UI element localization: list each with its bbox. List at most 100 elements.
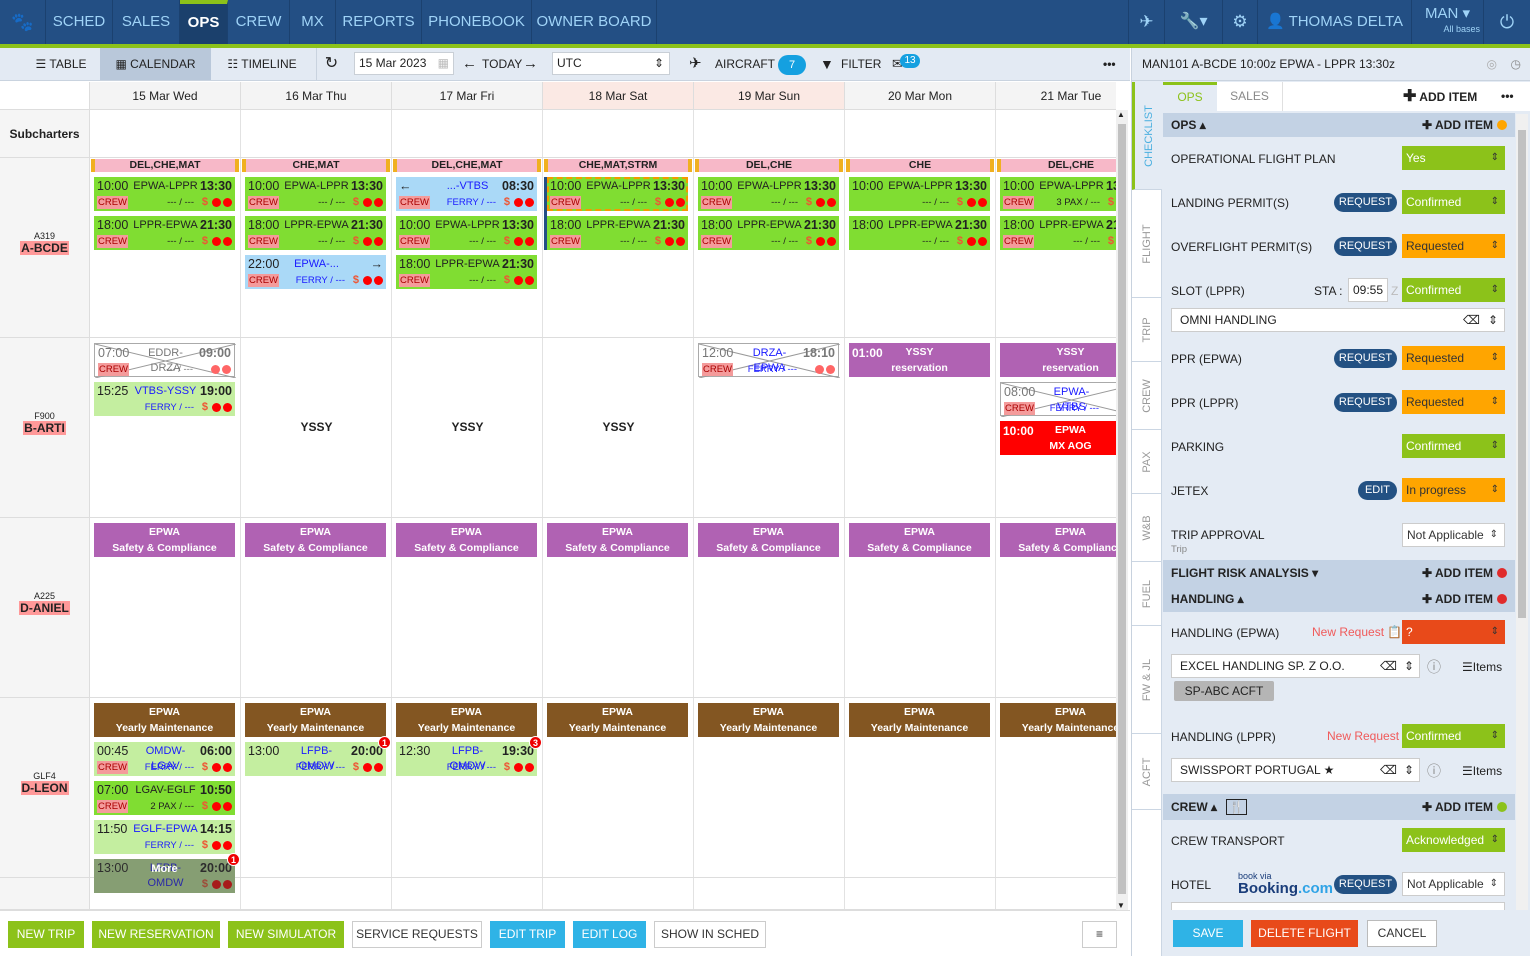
section-ops-header[interactable]: OPS ▴ ✚ ADD ITEM bbox=[1163, 113, 1515, 137]
flight-card[interactable]: 18:00 LPPR-EPWA21:30 CREW --- / --- $ bbox=[1000, 216, 1116, 250]
delete-flight-button[interactable]: DELETE FLIGHT bbox=[1251, 920, 1358, 947]
timezone-select[interactable]: UTC ⇕ bbox=[552, 52, 670, 75]
reservation-block[interactable]: YSSY reservation bbox=[1000, 343, 1116, 377]
clipboard-icon[interactable]: 📋 bbox=[1387, 624, 1402, 640]
hotel-status-select[interactable]: Not Applicable ⇕ bbox=[1402, 872, 1505, 896]
crew-assignment-bar[interactable]: CHE,MAT,STRM bbox=[544, 159, 692, 172]
flight-card[interactable]: 12:30 LFPB-OMDW 19:30 FERRY / --- $3 bbox=[396, 736, 542, 776]
nav-phonebook[interactable]: PHONEBOOK bbox=[422, 0, 532, 44]
flight-card[interactable]: 10:00 EPWA-LPPR 13:30 --- / --- $ bbox=[849, 177, 990, 211]
scroll-down-icon[interactable]: ▼ bbox=[1117, 901, 1125, 910]
handling-lppr-provider-select[interactable]: SWISSPORT PORTUGAL ★ ⌫ ⇕ bbox=[1171, 758, 1420, 782]
handling-lppr-status-select[interactable]: Confirmed ⇕ bbox=[1402, 724, 1505, 748]
flight-card[interactable]: 11:50 EGLF-EPWA 14:15 FERRY / --- $ bbox=[94, 820, 235, 854]
crew-transport-status-select[interactable]: Acknowledged ⇕ bbox=[1402, 828, 1505, 852]
view-calendar-button[interactable]: ▦ CALENDAR bbox=[100, 48, 211, 80]
vtab-fw-jl[interactable]: FW & JL bbox=[1132, 626, 1162, 734]
flight-card[interactable]: 18:00 LPPR-EPWA21:30 CREW --- / --- $ bbox=[245, 216, 386, 250]
flight-card[interactable]: 10:00 EPWA-LPPR 13:30 CREW --- / --- $ bbox=[245, 177, 386, 211]
hotel-provider-select[interactable] bbox=[1171, 902, 1505, 910]
day-header[interactable]: 17 Mar Fri bbox=[392, 82, 543, 110]
crew-tag[interactable]: CREW bbox=[399, 235, 431, 248]
crew-tag[interactable]: CREW bbox=[97, 761, 129, 774]
booking-com-logo[interactable]: book via Booking.com bbox=[1238, 871, 1333, 897]
date-input[interactable]: 15 Mar 2023 ▦ bbox=[354, 52, 454, 75]
add-item-button[interactable]: ✚ ADD ITEM bbox=[1403, 82, 1477, 112]
aircraft-row-label[interactable]: A319 A-BCDE bbox=[0, 158, 90, 338]
aircraft-row-label[interactable]: F900 B-ARTI bbox=[0, 338, 90, 518]
scroll-thumb[interactable] bbox=[1518, 130, 1526, 618]
vtab-acft[interactable]: ACFT bbox=[1132, 734, 1162, 810]
new-simulator-button[interactable]: NEW SIMULATOR bbox=[228, 921, 344, 948]
new-trip-button[interactable]: NEW TRIP bbox=[8, 921, 84, 948]
crew-tag[interactable]: CREW bbox=[97, 196, 129, 209]
crew-assignment-bar[interactable]: CHE,MAT bbox=[242, 159, 390, 172]
panel-more-button[interactable]: ••• bbox=[1501, 82, 1514, 111]
handling-epwa-provider-select[interactable]: EXCEL HANDLING SP. Z O.O. ⌫ ⇕ bbox=[1171, 654, 1420, 678]
aircraft-row-label[interactable]: A225 D-ANIEL bbox=[0, 518, 90, 698]
add-item-button[interactable]: ✚ ADD ITEM bbox=[1422, 560, 1507, 586]
crew-tag[interactable]: CREW bbox=[701, 196, 733, 209]
flight-card[interactable]: 00:45 OMDW-LGAV 06:00 CREW FERRY / --- $ bbox=[94, 742, 235, 776]
landing-permit-request-button[interactable]: REQUEST bbox=[1334, 193, 1397, 212]
vtab-crew[interactable]: CREW bbox=[1132, 362, 1162, 430]
section-fra-header[interactable]: FLIGHT RISK ANALYSIS ▾ ✚ ADD ITEM bbox=[1163, 560, 1515, 586]
mx-aog-block[interactable]: 10:00 EPWA MX AOG bbox=[1000, 421, 1116, 455]
nav-ops[interactable]: OPS bbox=[180, 0, 228, 44]
overflight-permit-status-select[interactable]: Requested ⇕ bbox=[1402, 234, 1505, 258]
edit-log-button[interactable]: EDIT LOG bbox=[573, 921, 646, 948]
ppr-lppr-request-button[interactable]: REQUEST bbox=[1334, 393, 1397, 412]
reservation-block[interactable]: EPWA Safety & Compliance bbox=[245, 523, 386, 557]
crew-assignment-bar[interactable]: DEL,CHE,MAT bbox=[393, 159, 541, 172]
base-selector[interactable]: MAN ▾ All bases bbox=[1412, 0, 1484, 44]
ofp-status-select[interactable]: Yes ⇕ bbox=[1402, 146, 1505, 170]
power-icon[interactable]: ⏻ bbox=[1484, 0, 1530, 44]
aircraft-button[interactable]: AIRCRAFT bbox=[715, 48, 775, 80]
crew-tag[interactable]: CREW bbox=[1004, 402, 1036, 415]
maintenance-block[interactable]: EPWA Yearly Maintenance bbox=[698, 703, 839, 737]
slot-status-select[interactable]: Confirmed ⇕ bbox=[1402, 278, 1505, 302]
history-icon[interactable]: ◷ bbox=[1511, 48, 1521, 81]
calendar-picker-icon[interactable]: ▦ bbox=[438, 53, 449, 74]
hamburger-menu-icon[interactable]: ≡ bbox=[1082, 921, 1117, 948]
crew-tag[interactable]: CREW bbox=[98, 363, 130, 376]
filter-button[interactable]: FILTER bbox=[841, 48, 881, 80]
day-header[interactable]: 21 Mar Tue bbox=[996, 82, 1116, 110]
landing-permit-status-select[interactable]: Confirmed ⇕ bbox=[1402, 190, 1505, 214]
vtab-trip[interactable]: TRIP bbox=[1132, 298, 1162, 362]
reservation-block[interactable]: EPWA Safety & Compliance bbox=[94, 523, 235, 557]
reservation-block[interactable]: EPWA Safety & Compliance bbox=[698, 523, 839, 557]
info-icon[interactable]: ⓘ bbox=[1427, 763, 1441, 779]
jetex-status-select[interactable]: In progress ⇕ bbox=[1402, 478, 1505, 502]
clear-icon[interactable]: ⌫ bbox=[1463, 309, 1480, 331]
trip-approval-status-select[interactable]: Not Applicable ⇕ bbox=[1402, 523, 1505, 547]
add-item-button[interactable]: ✚ ADD ITEM bbox=[1422, 113, 1507, 137]
nav-owner-board[interactable]: OWNER BOARD bbox=[532, 0, 657, 44]
crew-tag[interactable]: CREW bbox=[97, 800, 129, 813]
cancelled-flight-card[interactable]: 12:00 DRZA-EPWA 18:10 CREW FERRY / --- bbox=[698, 343, 840, 378]
nav-mx[interactable]: MX bbox=[290, 0, 336, 44]
crew-tag[interactable]: CREW bbox=[97, 235, 129, 248]
jetex-edit-button[interactable]: EDIT bbox=[1358, 481, 1397, 500]
ppr-lppr-status-select[interactable]: Requested ⇕ bbox=[1402, 390, 1505, 414]
calendar-scrollbar[interactable]: ▲ ▼ bbox=[1116, 110, 1128, 910]
flight-card[interactable]: 10:00 EPWA-LPPR 13:30 CREW --- / --- $ bbox=[547, 177, 688, 211]
view-table-button[interactable]: ☰ TABLE bbox=[18, 48, 104, 80]
save-button[interactable]: SAVE bbox=[1173, 920, 1243, 947]
handling-epwa-new-request-link[interactable]: New Request bbox=[1312, 625, 1384, 639]
ppr-epwa-request-button[interactable]: REQUEST bbox=[1334, 349, 1397, 368]
crew-tag[interactable]: CREW bbox=[550, 196, 582, 209]
clear-icon[interactable]: ⌫ bbox=[1380, 655, 1397, 677]
crew-tag[interactable]: CREW bbox=[701, 235, 733, 248]
maintenance-block[interactable]: EPWA Yearly Maintenance bbox=[94, 703, 235, 737]
handling-lppr-new-request-link[interactable]: New Request bbox=[1327, 729, 1399, 743]
aircraft-row-label[interactable]: GLF4 D-LEON bbox=[0, 698, 90, 878]
flight-card[interactable]: 10:00 EPWA-LPPR13:30 CREW 3 PAX / --- $ bbox=[1000, 177, 1116, 211]
add-item-button[interactable]: ✚ ADD ITEM bbox=[1422, 586, 1507, 612]
handling-lppr-items-button[interactable]: ☰Items bbox=[1462, 763, 1502, 779]
handling-epwa-items-button[interactable]: ☰Items bbox=[1462, 659, 1502, 675]
crosshair-icon[interactable]: ◎ bbox=[1487, 48, 1497, 81]
hotel-request-button[interactable]: REQUEST bbox=[1334, 875, 1397, 894]
crew-tag[interactable]: CREW bbox=[248, 235, 280, 248]
wrench-menu-icon[interactable]: 🔧▾ bbox=[1165, 0, 1223, 44]
